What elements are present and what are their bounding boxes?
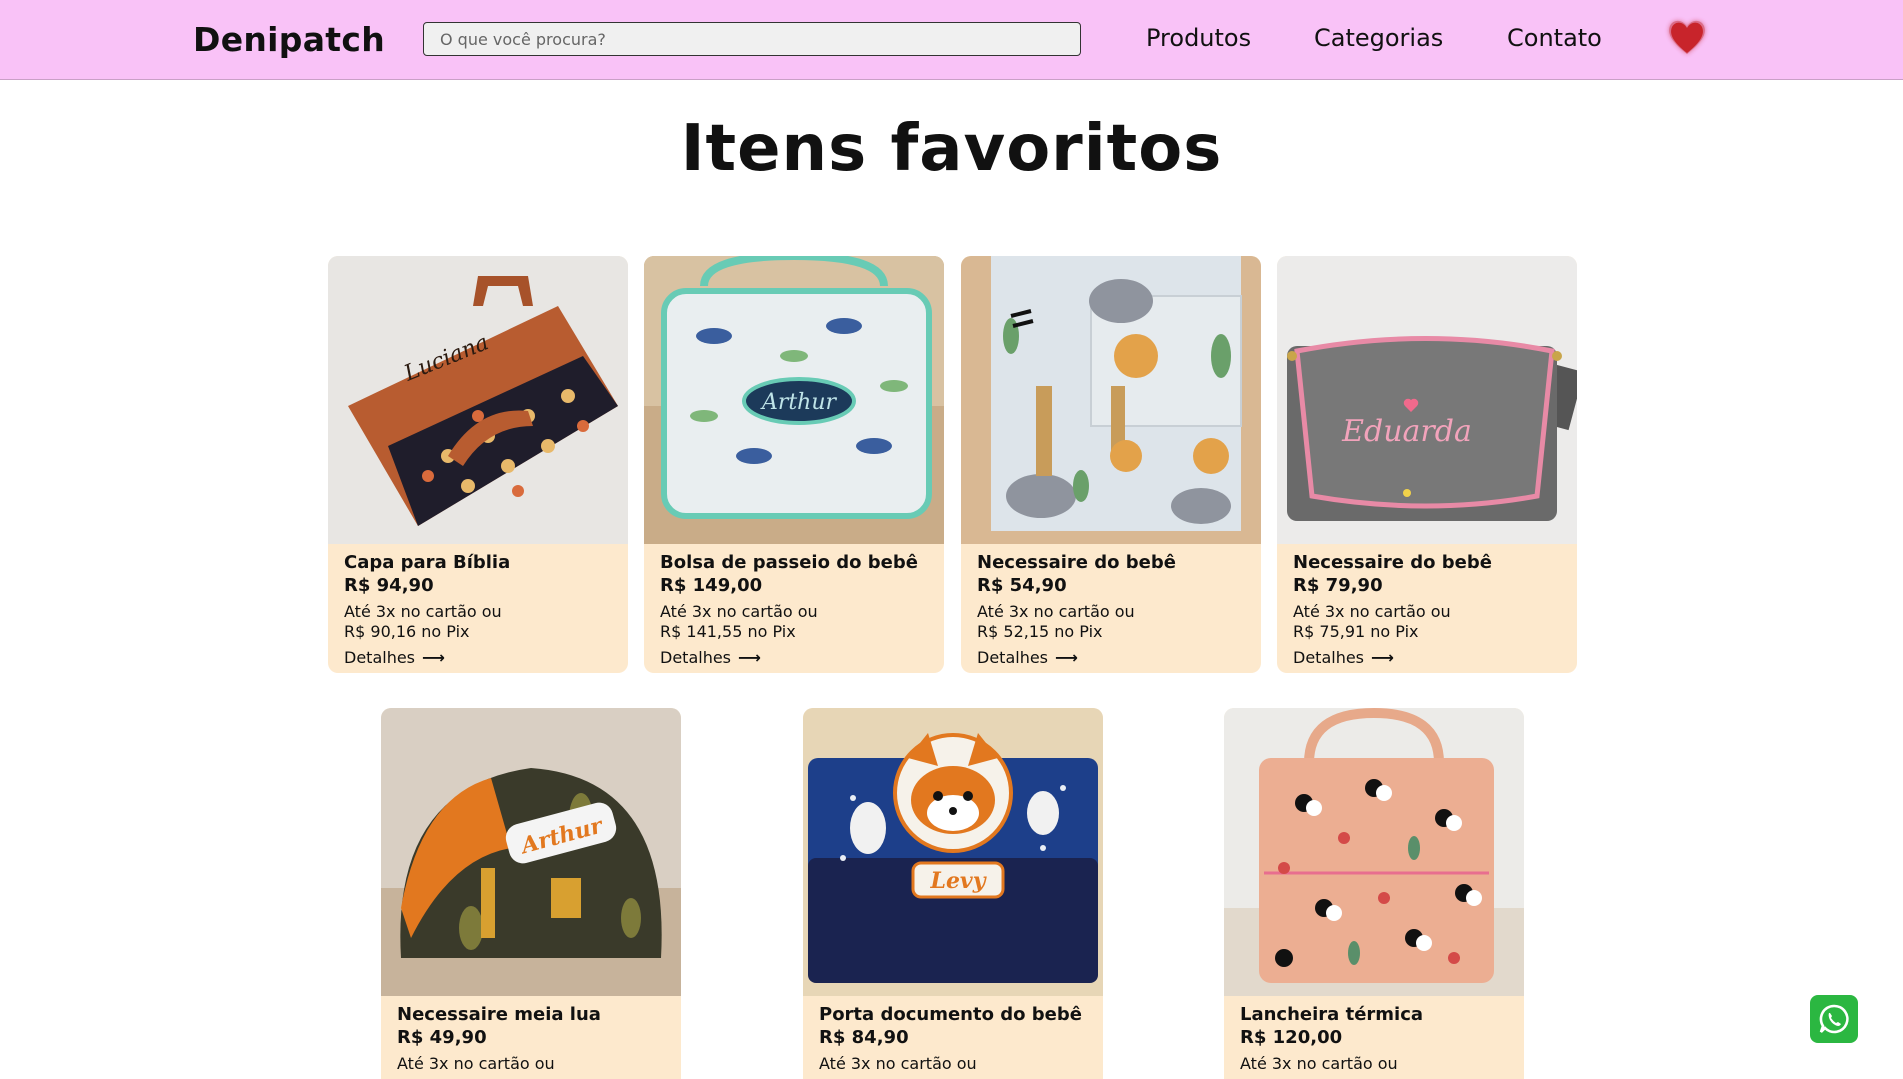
details-link[interactable]: Detalhes ⟶	[660, 648, 761, 668]
product-card[interactable]: Eduarda Necessaire do bebê R$ 79,90 Até …	[1277, 256, 1577, 673]
product-price: R$ 149,00	[660, 575, 763, 596]
top-navbar: Denipatch Produtos Categorias Contato	[0, 0, 1903, 80]
product-name: Necessaire do bebê	[1293, 552, 1492, 573]
details-label: Detalhes	[1293, 648, 1365, 667]
site-logo[interactable]: Denipatch	[193, 20, 385, 59]
arrow-right-icon: ⟶	[738, 648, 761, 667]
arrow-right-icon: ⟶	[1055, 648, 1078, 667]
pix-price: R$ 141,55 no Pix	[660, 622, 796, 641]
pix-price: R$ 90,16 no Pix	[344, 622, 470, 641]
product-price: R$ 94,90	[344, 575, 434, 596]
product-price: R$ 79,90	[1293, 575, 1383, 596]
nav-link-categorias[interactable]: Categorias	[1314, 24, 1443, 52]
svg-text:Eduarda: Eduarda	[1341, 414, 1472, 449]
pix-price: R$ 52,15 no Pix	[977, 622, 1103, 641]
installments-text: Até 3x no cartão ou	[1293, 602, 1451, 621]
product-card[interactable]: Necessaire do bebê R$ 54,90 Até 3x no ca…	[961, 256, 1261, 673]
svg-text:Arthur: Arthur	[760, 390, 838, 415]
heart-icon[interactable]	[1664, 14, 1710, 60]
arrow-right-icon: ⟶	[1371, 648, 1394, 667]
product-name: Lancheira térmica	[1240, 1004, 1424, 1025]
product-card[interactable]: Arthur Necessaire meia lua R$ 49,90 Até …	[381, 708, 681, 1079]
installments-text: Até 3x no cartão ou	[819, 1054, 977, 1073]
product-name: Bolsa de passeio do bebê	[660, 552, 918, 573]
installments-text: Até 3x no cartão ou	[977, 602, 1135, 621]
product-price: R$ 120,00	[1240, 1027, 1343, 1048]
arrow-right-icon: ⟶	[422, 648, 445, 667]
svg-text:Levy: Levy	[929, 868, 987, 894]
installments-text: Até 3x no cartão ou	[344, 602, 502, 621]
details-link[interactable]: Detalhes ⟶	[344, 648, 445, 668]
details-label: Detalhes	[977, 648, 1049, 667]
details-link[interactable]: Detalhes ⟶	[1293, 648, 1394, 668]
product-image-baby-bag[interactable]: Arthur	[644, 256, 944, 544]
installments-text: Até 3x no cartão ou	[397, 1054, 555, 1073]
search-input[interactable]	[423, 22, 1081, 56]
product-name: Porta documento do bebê	[819, 1004, 1082, 1025]
product-card[interactable]: Luciana Capa para Bíblia R$ 94,90 Até 3x…	[328, 256, 628, 673]
product-price: R$ 54,90	[977, 575, 1067, 596]
nav-link-produtos[interactable]: Produtos	[1146, 24, 1251, 52]
product-image-document-holder[interactable]: Levy	[803, 708, 1103, 996]
details-label: Detalhes	[660, 648, 732, 667]
product-card[interactable]: Levy Porta documento do bebê R$ 84,90 At…	[803, 708, 1103, 1079]
nav-link-contato[interactable]: Contato	[1507, 24, 1602, 52]
installments-text: Até 3x no cartão ou	[1240, 1054, 1398, 1073]
product-name: Necessaire meia lua	[397, 1004, 601, 1025]
product-price: R$ 49,90	[397, 1027, 487, 1048]
page-title: Itens favoritos	[680, 112, 1223, 186]
details-link[interactable]: Detalhes ⟶	[977, 648, 1078, 668]
product-price: R$ 84,90	[819, 1027, 909, 1048]
product-image-half-moon[interactable]: Arthur	[381, 708, 681, 996]
product-name: Capa para Bíblia	[344, 552, 511, 573]
installments-text: Até 3x no cartão ou	[660, 602, 818, 621]
product-name: Necessaire do bebê	[977, 552, 1176, 573]
product-image-lunch-bag[interactable]	[1224, 708, 1524, 996]
product-card[interactable]: Arthur Bolsa de passeio do bebê R$ 149,0…	[644, 256, 944, 673]
product-image-necessaire[interactable]	[961, 256, 1261, 544]
whatsapp-icon[interactable]	[1810, 995, 1858, 1043]
product-image-bible-cover[interactable]: Luciana	[328, 256, 628, 544]
product-card[interactable]: Lancheira térmica R$ 120,00 Até 3x no ca…	[1224, 708, 1524, 1079]
details-label: Detalhes	[344, 648, 416, 667]
pix-price: R$ 75,91 no Pix	[1293, 622, 1419, 641]
product-image-gray-bag[interactable]: Eduarda	[1277, 256, 1577, 544]
